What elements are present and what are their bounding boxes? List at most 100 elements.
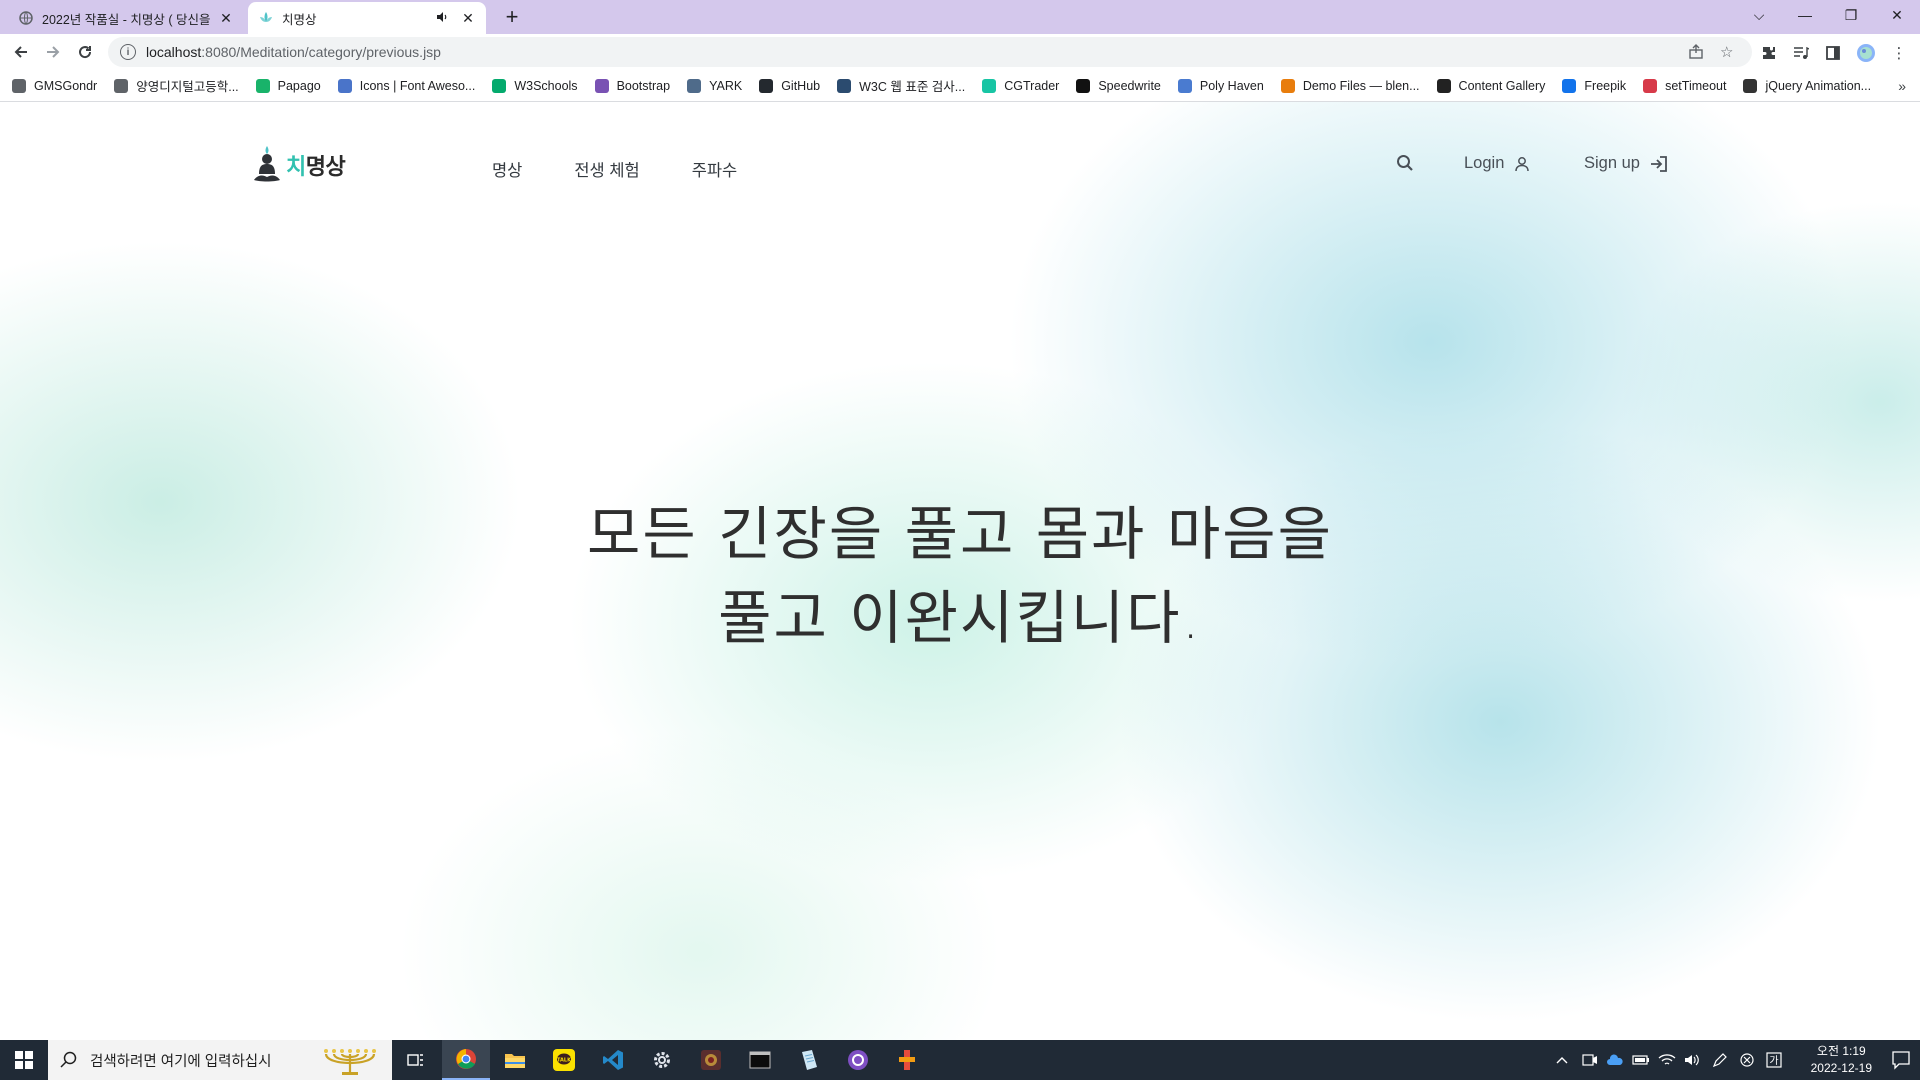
site-header: 치명상 명상 전생 체험 주파수 Login Sign up bbox=[0, 102, 1920, 232]
restore-button[interactable]: ❐ bbox=[1828, 0, 1874, 30]
back-icon[interactable] bbox=[9, 40, 33, 64]
side-panel-icon[interactable] bbox=[1822, 42, 1844, 64]
bookmark-star-icon[interactable]: ☆ bbox=[1720, 37, 1733, 67]
search-icon bbox=[60, 1051, 77, 1068]
ime-icon[interactable]: 가 bbox=[1766, 1052, 1782, 1068]
bookmark-label: Speedwrite bbox=[1098, 78, 1161, 93]
new-tab-button[interactable]: + bbox=[500, 6, 524, 28]
blender-icon bbox=[1280, 78, 1295, 93]
browser-tab-1[interactable]: 2022년 작품실 - 치명상 ( 당신을 ✕ bbox=[8, 2, 244, 34]
globe-icon bbox=[12, 78, 26, 93]
app-icon[interactable] bbox=[883, 1040, 931, 1080]
svg-text:TALK: TALK bbox=[557, 1058, 572, 1064]
bookmark-item[interactable]: W3Schools bbox=[492, 78, 578, 93]
bookmark-item[interactable]: Content Gallery bbox=[1436, 78, 1546, 93]
yark-icon bbox=[687, 78, 702, 93]
bookmark-item[interactable]: Icons | Font Aweso... bbox=[337, 78, 475, 93]
speaker-icon[interactable] bbox=[436, 11, 452, 26]
cgtrader-icon bbox=[982, 78, 997, 93]
content-gallery-icon bbox=[1436, 78, 1451, 93]
game-icon[interactable] bbox=[687, 1040, 735, 1080]
signup-link[interactable]: Sign up bbox=[1584, 154, 1668, 173]
bookmark-label: Demo Files — blen... bbox=[1302, 78, 1420, 93]
wifi-icon[interactable] bbox=[1658, 1053, 1676, 1067]
bookmark-item[interactable]: GitHub bbox=[759, 78, 821, 93]
site-logo[interactable]: 치명상 bbox=[252, 144, 346, 186]
freepik-icon bbox=[1562, 78, 1577, 93]
chrome-icon[interactable] bbox=[442, 1040, 490, 1080]
meet-now-icon[interactable] bbox=[1582, 1053, 1598, 1067]
bookmark-item[interactable]: Freepik bbox=[1562, 78, 1626, 93]
clock-date: 2022-12-19 bbox=[1810, 1061, 1872, 1075]
bookmark-item[interactable]: Bootstrap bbox=[594, 78, 670, 93]
browser-toolbar: i localhost:8080/Meditation/category/pre… bbox=[0, 34, 1920, 70]
windows-taskbar: 검색하려면 여기에 입력하십시 TALK 가 오전 1:19 2022-12-1… bbox=[0, 1040, 1920, 1080]
battery-icon[interactable] bbox=[1632, 1054, 1650, 1066]
github-desktop-icon[interactable] bbox=[834, 1040, 882, 1080]
bookmark-item[interactable]: jQuery Animation... bbox=[1743, 78, 1872, 93]
taskbar-search[interactable]: 검색하려면 여기에 입력하십시 bbox=[48, 1040, 392, 1080]
terminal-icon[interactable] bbox=[736, 1040, 784, 1080]
sign-in-icon bbox=[1650, 155, 1667, 172]
bookmark-item[interactable]: Demo Files — blen... bbox=[1280, 78, 1420, 93]
nav-past-life[interactable]: 전생 체험 bbox=[574, 157, 639, 181]
profile-avatar[interactable] bbox=[1855, 42, 1877, 64]
notepad-icon[interactable] bbox=[785, 1040, 833, 1080]
site-info-icon[interactable]: i bbox=[120, 44, 136, 60]
bookmarks-overflow-icon[interactable]: » bbox=[1898, 78, 1906, 94]
settimeout-icon bbox=[1643, 78, 1658, 93]
taskbar-clock[interactable]: 오전 1:19 2022-12-19 bbox=[1811, 1043, 1872, 1077]
chrome-menu-icon[interactable]: ⋮ bbox=[1888, 42, 1910, 64]
bookmark-label: jQuery Animation... bbox=[1765, 78, 1872, 93]
share-icon[interactable] bbox=[1688, 37, 1704, 67]
search-icon bbox=[1397, 155, 1413, 171]
blocked-icon[interactable] bbox=[1740, 1053, 1754, 1067]
bookmark-label: 양영디지털고등학... bbox=[136, 80, 239, 94]
w3schools-icon bbox=[492, 78, 507, 93]
bookmark-item[interactable]: setTimeout bbox=[1643, 78, 1726, 93]
bookmark-item[interactable]: Papago bbox=[255, 78, 321, 93]
login-link[interactable]: Login bbox=[1464, 154, 1530, 173]
svg-text:가: 가 bbox=[1769, 1055, 1778, 1067]
url-host: localhost bbox=[146, 44, 202, 60]
task-view-icon[interactable] bbox=[392, 1040, 440, 1080]
extensions-icon[interactable] bbox=[1758, 42, 1780, 64]
settings-icon[interactable] bbox=[638, 1040, 686, 1080]
bookmark-label: GitHub bbox=[781, 78, 821, 93]
search-button[interactable] bbox=[1396, 154, 1414, 172]
bookmark-label: Content Gallery bbox=[1458, 78, 1546, 93]
nav-meditation[interactable]: 명상 bbox=[492, 157, 522, 181]
tab-strip: 2022년 작품실 - 치명상 ( 당신을 ✕ 치명상 ✕ + ⌵ — ❐ ✕ bbox=[0, 0, 1920, 34]
windows-start-icon[interactable] bbox=[0, 1040, 48, 1080]
bootstrap-icon bbox=[594, 78, 609, 93]
minimize-button[interactable]: — bbox=[1782, 0, 1828, 30]
bookmark-label: YARK bbox=[709, 78, 743, 93]
forward-icon[interactable] bbox=[41, 40, 65, 64]
browser-tab-2[interactable]: 치명상 ✕ bbox=[248, 2, 486, 34]
close-window-button[interactable]: ✕ bbox=[1874, 0, 1920, 30]
bookmark-item[interactable]: GMSGondr bbox=[12, 78, 97, 93]
onedrive-icon[interactable] bbox=[1606, 1054, 1624, 1066]
bookmark-item[interactable]: Poly Haven bbox=[1177, 78, 1264, 93]
nav-frequency[interactable]: 주파수 bbox=[692, 157, 738, 181]
tab-search-icon[interactable]: ⌵ bbox=[1736, 0, 1782, 30]
notification-center-icon[interactable] bbox=[1890, 1049, 1912, 1071]
kakaotalk-icon[interactable]: TALK bbox=[540, 1040, 588, 1080]
bookmark-item[interactable]: 양영디지털고등학... bbox=[114, 76, 239, 95]
close-tab-icon[interactable]: ✕ bbox=[460, 10, 476, 27]
bookmark-item[interactable]: YARK bbox=[687, 78, 743, 93]
file-explorer-icon[interactable] bbox=[491, 1040, 539, 1080]
media-control-icon[interactable] bbox=[1790, 42, 1812, 64]
volume-icon[interactable] bbox=[1684, 1053, 1700, 1067]
vscode-icon[interactable] bbox=[589, 1040, 637, 1080]
bookmark-item[interactable]: CGTrader bbox=[982, 78, 1059, 93]
pen-icon[interactable] bbox=[1712, 1052, 1728, 1068]
close-tab-icon[interactable]: ✕ bbox=[218, 10, 234, 27]
brand-rest: 명상 bbox=[305, 154, 346, 179]
address-bar[interactable]: i localhost:8080/Meditation/category/pre… bbox=[108, 37, 1752, 67]
menorah-icon bbox=[320, 1046, 380, 1080]
reload-icon[interactable] bbox=[73, 40, 97, 64]
bookmark-item[interactable]: Speedwrite bbox=[1076, 78, 1161, 93]
tray-expand-icon[interactable] bbox=[1556, 1055, 1568, 1065]
bookmark-item[interactable]: W3C 웹 표준 검사... bbox=[837, 76, 965, 95]
